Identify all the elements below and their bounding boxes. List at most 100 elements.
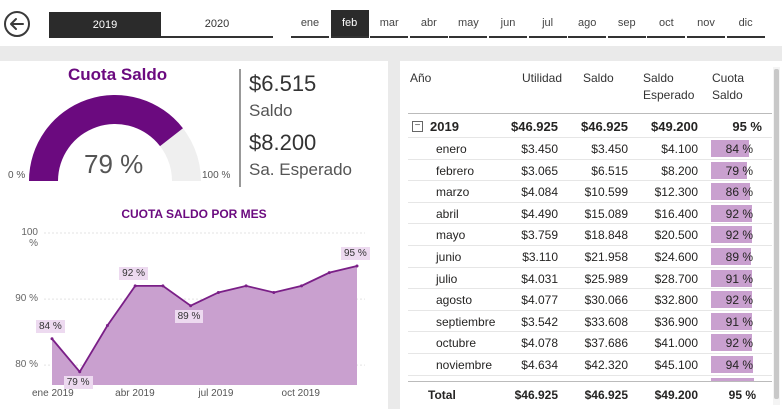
y-tick-label: 80 % — [15, 359, 38, 371]
matrix-body: Año Utilidad Saldo Saldo Esperado Cuota … — [400, 61, 772, 381]
row-cuota: 92 % — [725, 228, 753, 243]
x-tick-label: jul 2019 — [198, 388, 234, 399]
month-tab-jul[interactable]: jul — [528, 10, 567, 38]
month-tab-may[interactable]: may — [449, 10, 488, 38]
year-tab-2019[interactable]: 2019 — [49, 12, 161, 38]
data-point[interactable] — [244, 284, 248, 288]
top-bar: 2019 2020 ene feb mar abr may jun jul ago sep oct n… — [0, 0, 782, 46]
left-panel: Cuota Saldo 79 % 0 % 100 % $6.515 Saldo … — [0, 61, 388, 409]
total-cuota: 95 % — [728, 388, 756, 402]
header-cuota[interactable]: Cuota Saldo — [712, 70, 757, 104]
area-series — [52, 266, 357, 385]
header-divider — [408, 113, 772, 114]
total-row: Total $46.925 $46.925 $49.200 95 % — [408, 381, 772, 407]
row-month: agosto — [436, 293, 473, 308]
row-month: septiembre — [436, 314, 496, 329]
month-tab-oct[interactable]: oct — [647, 10, 686, 38]
scrollbar-thumb[interactable] — [774, 69, 779, 399]
row-esperado: $45.100 — [654, 358, 698, 372]
table-row[interactable]: febrero $3.065 $6.515 $8.200 79 % — [408, 158, 772, 181]
row-esperado: $12.300 — [654, 185, 698, 200]
area-chart — [44, 232, 365, 385]
row-cuota: 91 % — [725, 314, 753, 329]
year-utilidad: $46.925 — [511, 119, 558, 134]
total-esperado: $49.200 — [654, 388, 698, 402]
table-row[interactable]: mayo $3.759 $18.848 $20.500 92 % — [408, 223, 772, 245]
year-tab-2020[interactable]: 2020 — [161, 12, 273, 38]
table-row[interactable]: marzo $4.084 $10.599 $12.300 86 % — [408, 180, 772, 202]
back-button[interactable] — [4, 11, 30, 37]
table-row[interactable]: septiembre $3.542 $33.608 $36.900 91 % — [408, 309, 772, 332]
total-label: Total — [428, 388, 456, 402]
month-tab-mar[interactable]: mar — [370, 10, 409, 38]
row-month: junio — [436, 250, 462, 264]
x-tick-label: oct 2019 — [281, 388, 320, 399]
data-label: 89 % — [174, 309, 204, 323]
back-arrow-icon — [10, 18, 24, 30]
header-esperado[interactable]: Saldo Esperado — [643, 70, 703, 104]
row-esperado: $20.500 — [654, 228, 698, 243]
data-point[interactable] — [300, 284, 304, 288]
month-tab-nov[interactable]: nov — [687, 10, 725, 38]
table-row[interactable]: julio $4.031 $25.989 $28.700 91 % — [408, 266, 772, 289]
cuota-bar-cell: 79 % — [711, 161, 756, 179]
cuota-bar-cell: 91 % — [711, 312, 756, 330]
row-saldo: $37.686 — [584, 336, 628, 351]
row-esperado: $8.200 — [661, 163, 698, 178]
data-point[interactable] — [105, 324, 109, 328]
month-tab-ene[interactable]: ene — [291, 10, 329, 38]
data-point[interactable] — [78, 370, 82, 374]
month-tab-dic[interactable]: dic — [726, 10, 765, 38]
month-tab-abr[interactable]: abr — [409, 10, 448, 38]
row-utilidad: $3.110 — [522, 250, 558, 264]
x-tick-label: ene 2019 — [32, 388, 74, 399]
month-tab-sep[interactable]: sep — [607, 10, 646, 38]
row-saldo: $6.515 — [591, 163, 628, 178]
data-point[interactable] — [272, 290, 276, 294]
month-tab-ago[interactable]: ago — [568, 10, 607, 38]
data-point[interactable] — [161, 284, 165, 288]
table-row[interactable]: enero $3.450 $3.450 $4.100 84 % — [408, 137, 772, 159]
table-row[interactable]: junio $3.110 $21.958 $24.600 89 % — [408, 245, 772, 267]
matrix-panel: Año Utilidad Saldo Saldo Esperado Cuota … — [400, 61, 782, 409]
total-utilidad: $46.925 — [514, 388, 558, 402]
row-utilidad: $3.759 — [521, 228, 558, 243]
table-row[interactable]: agosto $4.077 $30.066 $32.800 92 % — [408, 288, 772, 310]
month-tab-jun[interactable]: jun — [489, 10, 527, 38]
table-row[interactable]: abril $4.490 $15.089 $16.400 92 % — [408, 201, 772, 224]
row-esperado: $4.100 — [661, 142, 698, 156]
cuota-bar-cell: 92 % — [711, 334, 756, 352]
collapse-icon[interactable]: − — [412, 121, 423, 132]
year-row[interactable]: − 2019 $46.925 $46.925 $49.200 95 % — [408, 115, 772, 137]
month-tab-feb[interactable]: feb — [330, 10, 369, 38]
data-point[interactable] — [50, 337, 54, 341]
row-utilidad: $4.031 — [521, 271, 558, 286]
row-esperado: $41.000 — [654, 336, 698, 351]
data-point[interactable] — [133, 284, 137, 288]
header-utilidad[interactable]: Utilidad — [522, 70, 562, 87]
data-point[interactable] — [216, 290, 220, 294]
header-anio[interactable]: Año — [410, 70, 431, 87]
row-cuota: 89 % — [725, 250, 753, 264]
table-row[interactable]: noviembre $4.634 $42.320 $45.100 94 % — [408, 353, 772, 375]
row-utilidad: $4.084 — [521, 185, 558, 200]
cuota-bar-cell: 91 % — [711, 269, 756, 287]
table-row[interactable]: octubre $4.078 $37.686 $41.000 92 % — [408, 331, 772, 353]
y-tick-label: 100 % — [21, 227, 38, 249]
data-point[interactable] — [327, 271, 331, 275]
data-point[interactable] — [189, 304, 193, 308]
row-utilidad: $3.450 — [521, 142, 558, 156]
row-cuota: 92 % — [725, 206, 753, 221]
row-saldo: $30.066 — [584, 293, 628, 308]
row-utilidad: $4.634 — [521, 358, 558, 372]
data-point[interactable] — [355, 264, 359, 268]
row-month: mayo — [436, 228, 466, 243]
header-saldo[interactable]: Saldo — [583, 70, 614, 87]
row-cuota: 92 % — [725, 336, 753, 351]
data-label: 92 % — [119, 266, 148, 280]
row-saldo: $25.989 — [584, 271, 628, 286]
row-cuota: 79 % — [725, 163, 753, 178]
row-esperado: $28.700 — [654, 271, 698, 286]
row-saldo: $10.599 — [584, 185, 628, 200]
row-month: octubre — [436, 336, 477, 351]
